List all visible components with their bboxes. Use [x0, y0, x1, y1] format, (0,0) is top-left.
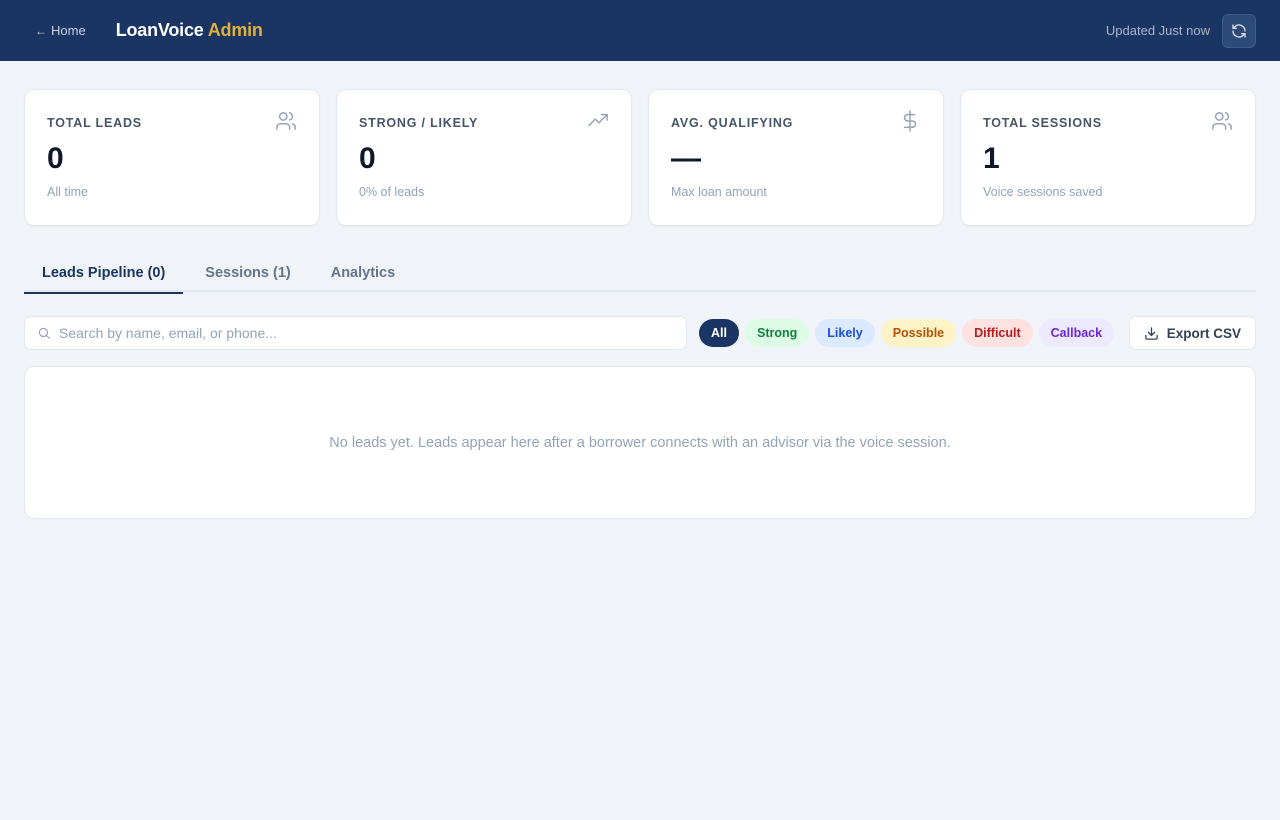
filter-pills: All Strong Likely Possible Difficult Cal… [699, 319, 1115, 347]
export-csv-label: Export CSV [1166, 325, 1241, 341]
stat-subtext: 0% of leads [359, 185, 425, 199]
search-input[interactable] [59, 325, 659, 341]
stat-subtext: All time [47, 185, 88, 199]
stat-value: 0 [47, 142, 64, 175]
stat-value: 0 [359, 142, 376, 175]
app-title: LoanVoice Admin [116, 20, 263, 41]
stat-label: TOTAL LEADS [47, 116, 142, 130]
users-icon [1212, 112, 1232, 130]
top-bar: ← Home LoanVoice Admin Updated Just now [0, 0, 1280, 61]
stat-subtext: Voice sessions saved [983, 185, 1103, 199]
stats-cards: TOTAL LEADS 0 All time STRONG / LIKELY 0… [24, 89, 1256, 226]
brand-accent: Admin [207, 20, 263, 40]
tab-bar: Leads Pipeline (0) Sessions (1) Analytic… [24, 254, 1256, 294]
search-box [24, 316, 687, 350]
tab-analytics[interactable]: Analytics [313, 254, 413, 292]
stat-card-strong-likely: STRONG / LIKELY 0 0% of leads [336, 89, 632, 226]
empty-state-message: No leads yet. Leads appear here after a … [329, 434, 951, 451]
search-icon [38, 327, 50, 339]
stat-label: TOTAL SESSIONS [983, 116, 1102, 130]
home-link[interactable]: ← Home [35, 23, 86, 38]
export-csv-button[interactable]: Export CSV [1128, 316, 1256, 350]
download-icon [1144, 326, 1158, 340]
stat-value: — [671, 142, 701, 175]
stat-card-avg-qualifying: AVG. QUALIFYING — Max loan amount [648, 89, 944, 226]
stat-label: AVG. QUALIFYING [671, 116, 794, 130]
leads-empty-state: No leads yet. Leads appear here after a … [24, 366, 1256, 519]
users-icon [276, 112, 296, 130]
filter-possible[interactable]: Possible [880, 319, 957, 347]
tab-sessions[interactable]: Sessions (1) [187, 254, 308, 292]
stat-value: 1 [983, 142, 1000, 175]
stat-label: STRONG / LIKELY [359, 116, 479, 130]
filter-callback[interactable]: Callback [1038, 319, 1115, 347]
stat-subtext: Max loan amount [671, 185, 767, 199]
filter-strong[interactable]: Strong [744, 319, 810, 347]
back-arrow-icon: ← [35, 23, 47, 38]
header-actions: Updated Just now [1105, 13, 1256, 48]
filter-likely[interactable]: Likely [815, 319, 875, 347]
last-updated-text: Updated Just now [1105, 23, 1210, 38]
refresh-button[interactable] [1222, 13, 1256, 48]
brand-name: LoanVoice [115, 20, 204, 40]
stat-card-total-sessions: TOTAL SESSIONS 1 Voice sessions saved [960, 89, 1256, 226]
leads-toolbar: All Strong Likely Possible Difficult Cal… [24, 316, 1256, 350]
filter-difficult[interactable]: Difficult [962, 319, 1033, 347]
refresh-icon [1232, 23, 1246, 38]
stat-card-total-leads: TOTAL LEADS 0 All time [24, 89, 320, 226]
trending-up-icon [588, 113, 608, 127]
dollar-icon [903, 110, 917, 132]
home-link-label: Home [51, 23, 86, 38]
filter-all[interactable]: All [699, 319, 739, 347]
tab-leads-pipeline[interactable]: Leads Pipeline (0) [24, 254, 184, 294]
